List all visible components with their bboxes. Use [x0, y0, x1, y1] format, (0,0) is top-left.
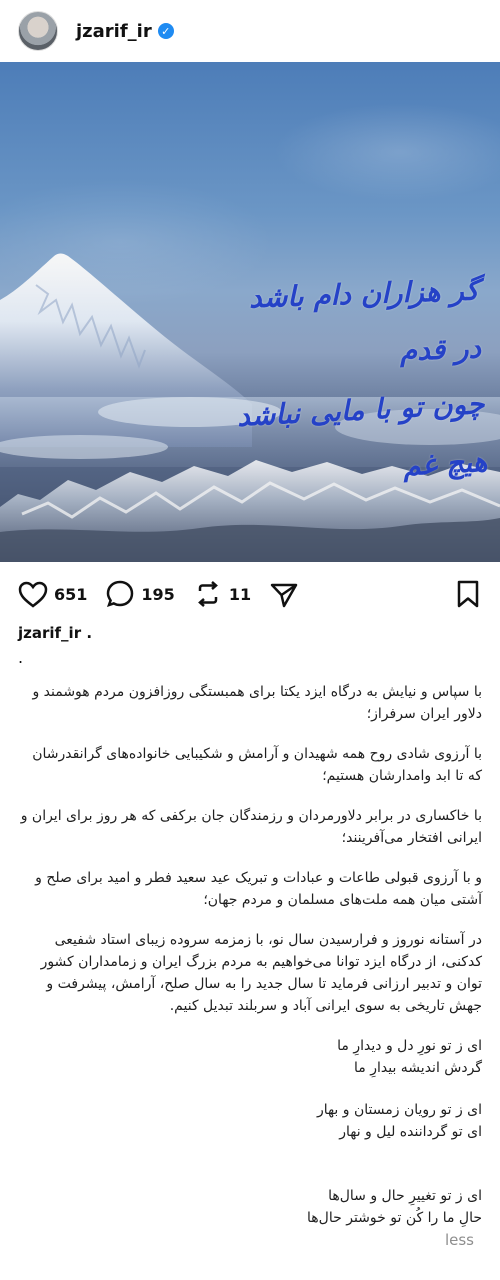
less-link[interactable]: less — [445, 1229, 474, 1251]
username[interactable]: jzarif_ir — [76, 21, 152, 42]
post-header: jzarif_ir ✓ — [0, 0, 500, 62]
caption-dot: . — [18, 648, 24, 667]
caption-paragraph: با آرزوی شادی روح همه شهیدان و آرامش و ش… — [32, 746, 482, 784]
caption-paragraph: با خاکساری در برابر دلاورمردان و رزمندگا… — [20, 808, 482, 846]
image-calligraphy: گر هزاران دام باشد در قدم چون تو با مایی… — [215, 266, 488, 498]
repost-button[interactable]: 11 — [193, 579, 251, 609]
poem-stanza: ای ز تو رویان زمستان و بهار ای تو گردانن… — [316, 1102, 482, 1140]
poem-stanza: ای ز تو نورِ دل و دیدارِ ما گردش اندیشه … — [337, 1038, 482, 1076]
post-image[interactable]: گر هزاران دام باشد در قدم چون تو با مایی… — [0, 62, 500, 562]
verified-badge-icon: ✓ — [157, 23, 174, 39]
save-button[interactable] — [454, 579, 482, 609]
likes-count[interactable]: 651 — [54, 585, 87, 604]
poem-stanza-text: ای ز تو تغییرِ حال و سال‌ها حالِ ما را ک… — [307, 1188, 482, 1226]
avatar[interactable] — [18, 11, 58, 51]
heart-icon — [18, 581, 48, 608]
repost-icon — [197, 581, 218, 607]
comment-icon — [107, 580, 134, 607]
share-button[interactable] — [269, 579, 299, 609]
post-caption: jzarif_ir . . با سپاس و نیایش به درگاه ا… — [0, 624, 500, 1252]
paper-plane-icon — [270, 583, 298, 608]
comment-button[interactable]: 195 — [105, 579, 175, 609]
bookmark-icon — [457, 580, 479, 608]
calligraphy-line-2: چون تو با مایی نباشد هیچ غم — [236, 386, 489, 483]
poem-stanza-last: ای ز تو تغییرِ حال و سال‌ها حالِ ما را ک… — [18, 1163, 482, 1252]
comments-count[interactable]: 195 — [141, 585, 174, 604]
calligraphy-line-1: گر هزاران دام باشد در قدم — [248, 273, 482, 368]
caption-owner[interactable]: jzarif_ir . — [18, 624, 482, 642]
reposts-count[interactable]: 11 — [229, 585, 251, 604]
post-actions-bar: 651 195 11 — [0, 562, 500, 626]
caption-paragraph: با سپاس و نیایش به درگاه ایزد یکتا برای … — [32, 684, 482, 722]
caption-paragraph: در آستانه نوروز و فرارسیدن سال نو، با زم… — [40, 932, 482, 1014]
like-button[interactable]: 651 — [18, 580, 87, 608]
caption-paragraph: و با آرزوی قبولی طاعات و عبادات و تبریک … — [35, 870, 482, 908]
caption-text: با سپاس و نیایش به درگاه ایزد یکتا برای … — [18, 681, 482, 1252]
